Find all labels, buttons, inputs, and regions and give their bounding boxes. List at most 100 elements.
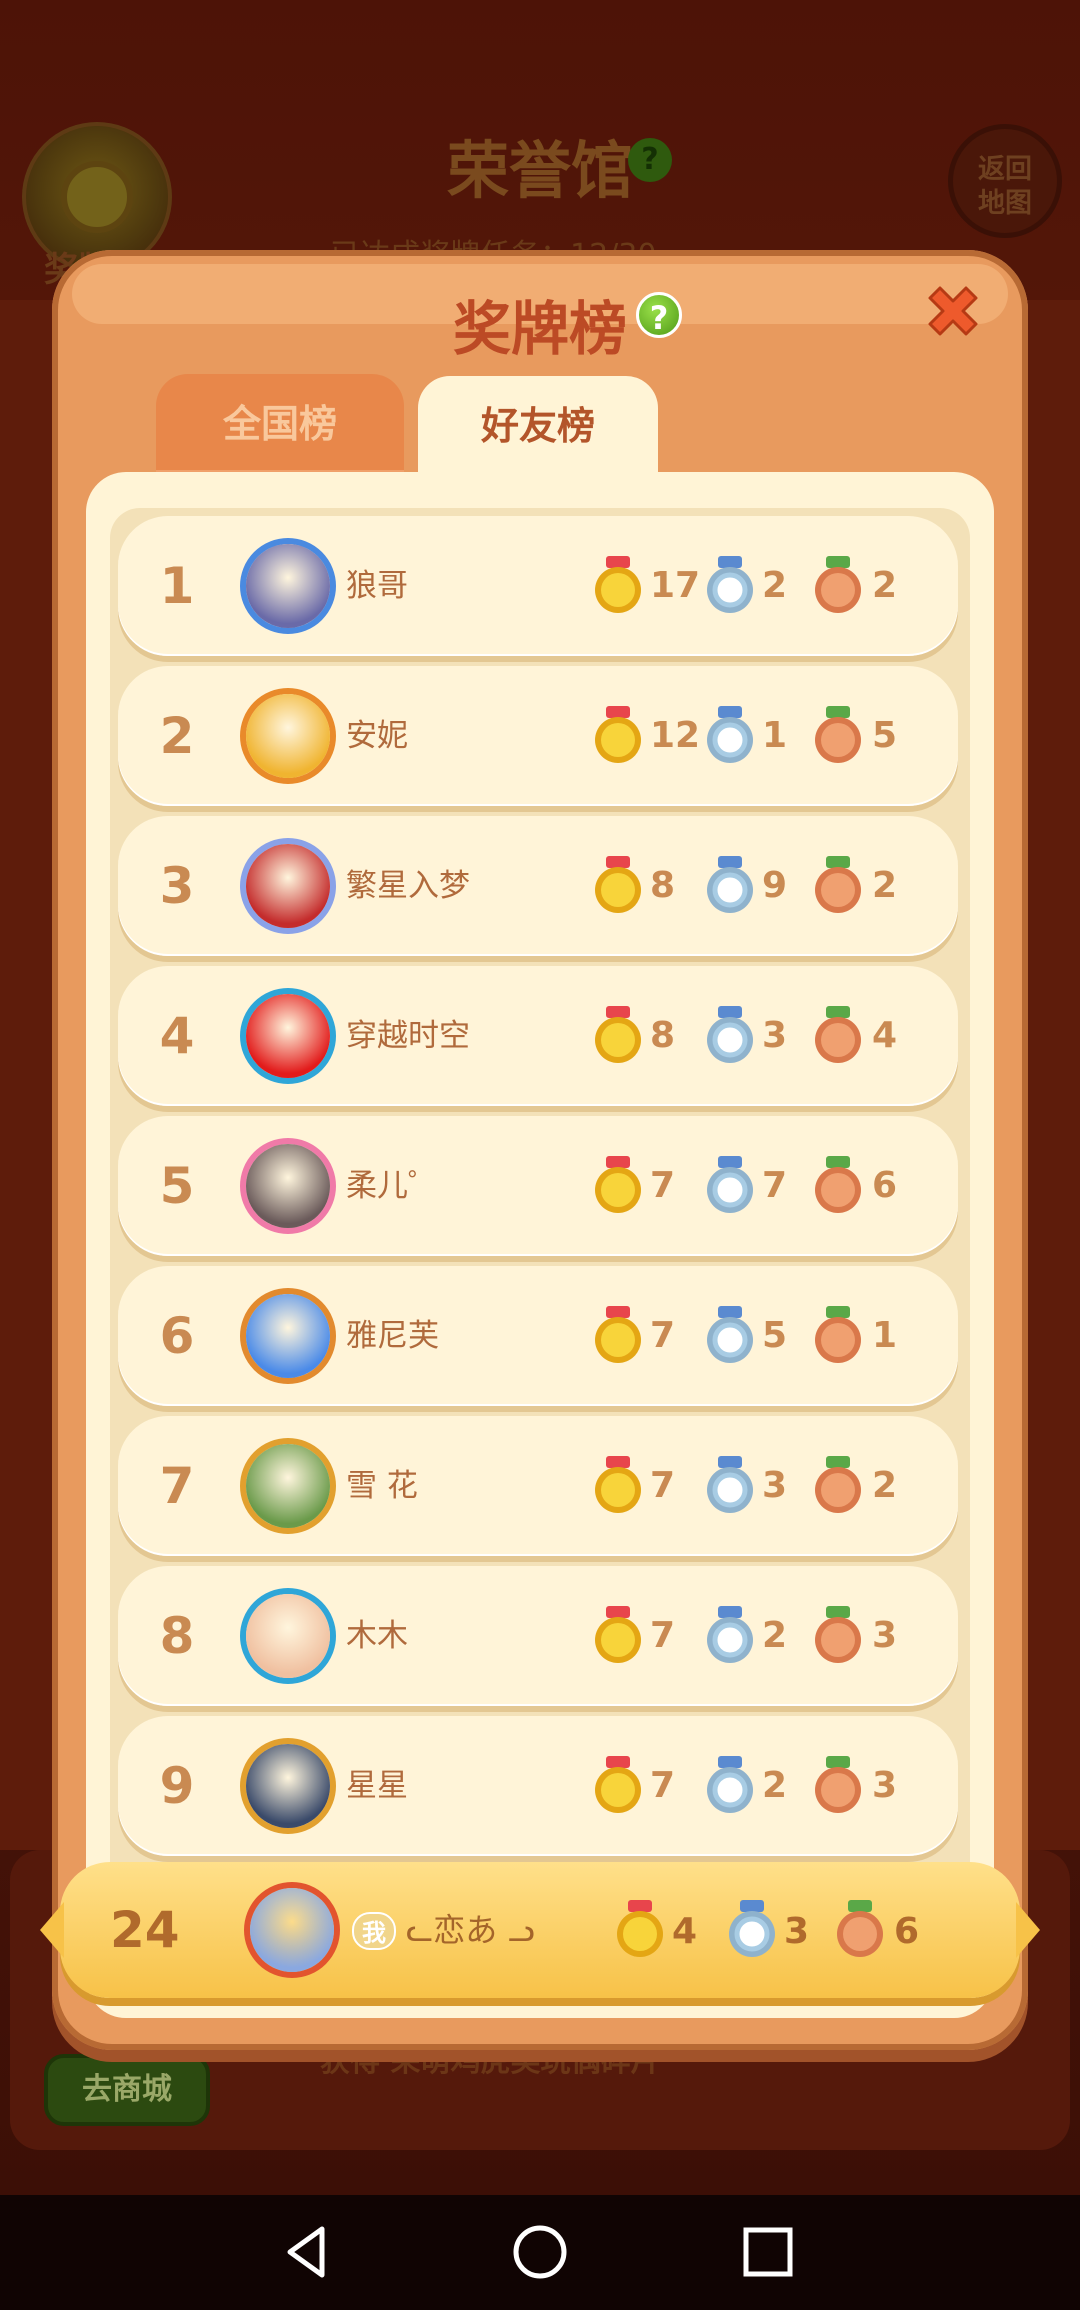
self-rank-row[interactable]: 24 我 ᓚ恋あ ᓗ 4 3 6	[40, 1862, 1040, 1998]
player-name: 木木	[346, 1618, 408, 1654]
home-icon[interactable]	[505, 2217, 575, 2287]
leaderboard-row[interactable]: 3 繁星入梦 8 9 2	[118, 816, 958, 956]
bronze-count: 5	[872, 715, 898, 756]
bronze-count: 1	[872, 1315, 898, 1356]
bronze-count: 2	[872, 565, 898, 606]
player-avatar[interactable]	[240, 1738, 336, 1834]
player-avatar-image	[246, 694, 330, 778]
silver-medal-icon	[707, 1306, 753, 1363]
gold-medal-icon	[595, 706, 641, 763]
leaderboard-row[interactable]: 5 柔儿゜ 7 7 6	[118, 1116, 958, 1256]
player-name: 雪 花	[346, 1468, 418, 1504]
player-name: 穿越时空	[346, 1018, 470, 1054]
bronze-medal-icon	[815, 1156, 861, 1213]
hall-help-icon[interactable]: ?	[628, 138, 672, 182]
player-avatar[interactable]	[240, 988, 336, 1084]
gold-medal-icon	[595, 1006, 641, 1063]
player-name: 安妮	[346, 718, 408, 754]
leaderboard-row[interactable]: 4 穿越时空 8 3 4	[118, 966, 958, 1106]
recents-icon[interactable]	[733, 2217, 803, 2287]
bronze-medal-icon	[815, 556, 861, 613]
silver-medal-icon	[707, 1606, 753, 1663]
silver-medal-icon	[707, 856, 753, 913]
gold-medal-icon	[617, 1900, 663, 1957]
silver-count: 5	[762, 1315, 788, 1356]
system-nav-bar	[0, 2195, 1080, 2310]
bronze-medal-icon	[815, 1606, 861, 1663]
bronze-count: 4	[872, 1015, 898, 1056]
bronze-count: 3	[872, 1615, 898, 1656]
bronze-medal-icon	[815, 706, 861, 763]
bronze-count: 3	[872, 1765, 898, 1806]
help-icon[interactable]: ?	[636, 292, 682, 338]
bronze-medal-icon	[815, 856, 861, 913]
player-name: 雅尼芙	[346, 1318, 439, 1354]
gold-count: 17	[650, 565, 701, 606]
player-avatar-image	[246, 994, 330, 1078]
self-gold-count: 4	[672, 1911, 698, 1952]
leaderboard-list[interactable]: 1 狼哥 17 2 2 2 安妮 12 1 5 3 繁星入梦 8 9 2 4 穿越时空 8 3 4 5 柔儿゜ 7 7 6 6 雅尼…	[110, 508, 970, 1908]
player-avatar[interactable]	[240, 838, 336, 934]
self-avatar-image	[250, 1888, 334, 1972]
gold-count: 7	[650, 1615, 676, 1656]
player-avatar-image	[246, 1294, 330, 1378]
rank-number: 6	[159, 1307, 195, 1365]
rank-number: 4	[159, 1007, 195, 1065]
player-avatar[interactable]	[240, 538, 336, 634]
tab-national[interactable]: 全国榜	[156, 374, 404, 474]
silver-medal-icon	[707, 556, 753, 613]
silver-count: 1	[762, 715, 788, 756]
silver-medal-icon	[729, 1900, 775, 1957]
bronze-medal-icon	[815, 1756, 861, 1813]
back-to-map-label: 返回 地图	[978, 154, 1032, 219]
bronze-medal-icon	[815, 1456, 861, 1513]
medal-icon	[61, 161, 133, 233]
player-name: 星星	[346, 1768, 408, 1804]
go-shop-button[interactable]: 去商城	[44, 2054, 210, 2126]
leaderboard-row[interactable]: 6 雅尼芙 7 5 1	[118, 1266, 958, 1406]
player-avatar-image	[246, 1444, 330, 1528]
back-to-map-button[interactable]: 返回 地图	[948, 124, 1062, 238]
player-avatar[interactable]	[240, 688, 336, 784]
player-avatar[interactable]	[240, 1138, 336, 1234]
rank-number: 7	[159, 1457, 195, 1515]
tab-friends[interactable]: 好友榜	[418, 376, 658, 486]
gold-count: 12	[650, 715, 701, 756]
gold-count: 7	[650, 1765, 676, 1806]
silver-count: 2	[762, 1615, 788, 1656]
self-avatar[interactable]	[244, 1882, 340, 1978]
silver-count: 3	[762, 1015, 788, 1056]
player-avatar[interactable]	[240, 1438, 336, 1534]
ribbon-right	[1016, 1902, 1040, 1958]
bronze-medal-icon	[815, 1006, 861, 1063]
player-avatar-image	[246, 1144, 330, 1228]
silver-medal-icon	[707, 706, 753, 763]
player-avatar[interactable]	[240, 1288, 336, 1384]
leaderboard-row[interactable]: 1 狼哥 17 2 2	[118, 516, 958, 656]
gold-count: 7	[650, 1465, 676, 1506]
self-silver-count: 3	[784, 1911, 810, 1952]
gold-medal-icon	[595, 856, 641, 913]
gold-medal-icon	[595, 1756, 641, 1813]
leaderboard-row[interactable]: 7 雪 花 7 3 2	[118, 1416, 958, 1556]
gold-count: 8	[650, 865, 676, 906]
me-badge: 我	[352, 1912, 396, 1950]
player-avatar-image	[246, 1744, 330, 1828]
leaderboard-row[interactable]: 2 安妮 12 1 5	[118, 666, 958, 806]
silver-count: 3	[762, 1465, 788, 1506]
silver-medal-icon	[707, 1006, 753, 1063]
player-name: 狼哥	[346, 568, 408, 604]
rank-number: 8	[159, 1607, 195, 1665]
rank-number: 3	[159, 857, 195, 915]
gold-medal-icon	[595, 1606, 641, 1663]
gold-medal-icon	[595, 1156, 641, 1213]
close-icon[interactable]	[918, 282, 988, 352]
rank-number: 5	[159, 1157, 195, 1215]
player-avatar[interactable]	[240, 1588, 336, 1684]
rank-number: 2	[159, 707, 195, 765]
player-avatar-image	[246, 844, 330, 928]
leaderboard-row[interactable]: 8 木木 7 2 3	[118, 1566, 958, 1706]
back-icon[interactable]	[272, 2217, 342, 2287]
leaderboard-row[interactable]: 9 星星 7 2 3	[118, 1716, 958, 1856]
ribbon-left	[40, 1902, 64, 1958]
